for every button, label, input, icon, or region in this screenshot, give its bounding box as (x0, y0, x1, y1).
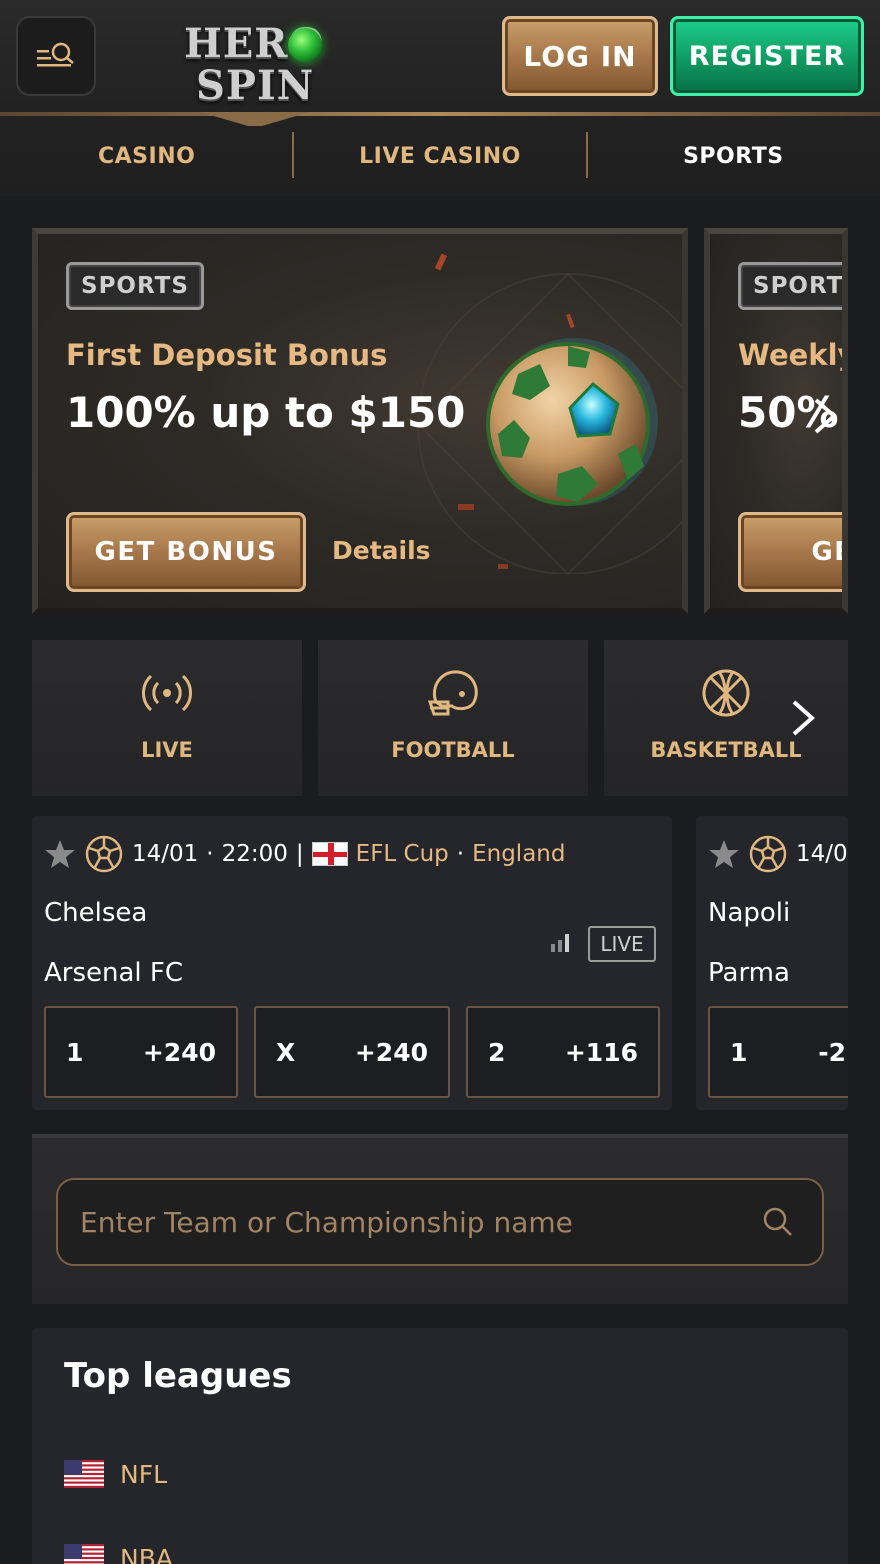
odds-button-draw[interactable]: X +240 (254, 1006, 450, 1098)
sport-tile-football[interactable]: FOOTBALL (318, 640, 588, 796)
football-helmet-icon (427, 670, 478, 716)
nav-separator (292, 132, 294, 178)
match-card[interactable]: 14/01 · 22:00 | EFL Cup · England Chelse… (32, 816, 672, 1110)
sport-tile-live[interactable]: LIVE (32, 640, 302, 796)
basketball-icon (702, 669, 750, 717)
match-date: 14/0 (796, 841, 848, 867)
promo-subtitle: Weekly (738, 338, 848, 372)
search-section (32, 1134, 848, 1304)
promo-banner-weekly[interactable]: SPORTS Weekly 50% GET B (704, 228, 848, 614)
usa-flag-icon (64, 1544, 104, 1564)
menu-search-icon (37, 42, 74, 67)
match-date: 14/01 (132, 841, 199, 867)
login-button[interactable]: LOG IN (502, 16, 658, 96)
site-header: HERO SPIN LOG IN REGISTER CASINO LIVE CA… (0, 0, 880, 196)
odds-value: +240 (354, 1037, 428, 1067)
logo-gem-icon (288, 28, 322, 62)
match-meta: 14/01 · 22:00 | EFL Cup · England (44, 834, 565, 874)
promo-category-tag: SPORTS (66, 262, 204, 310)
odds-value: -2 (818, 1037, 846, 1067)
match-card[interactable]: 14/0 Napoli Parma 1 -2 (696, 816, 848, 1110)
odds-label: 1 (730, 1037, 748, 1067)
live-broadcast-icon (141, 674, 193, 712)
match-country[interactable]: England (472, 841, 565, 867)
get-bonus-button[interactable]: GET BONUS (66, 512, 306, 592)
promo-subtitle: First Deposit Bonus (66, 338, 388, 372)
meta-dot-separator: · (456, 841, 465, 867)
sport-tile-label: LIVE (141, 738, 193, 762)
meta-dot-separator: · (206, 841, 214, 867)
carousel-next-arrow-icon[interactable] (790, 698, 816, 738)
search-box (56, 1178, 824, 1266)
promo-details-link[interactable]: Details (332, 536, 431, 565)
soccer-ball-icon (85, 835, 123, 873)
match-competition[interactable]: EFL Cup (356, 841, 449, 867)
logo-text-line2: SPIN (196, 62, 315, 109)
league-item-nfl[interactable]: NFL (64, 1454, 167, 1494)
odds-value: +116 (564, 1037, 638, 1067)
league-name: NBA (120, 1543, 173, 1564)
promo-headline: 100% up to $150 (66, 388, 466, 437)
header-top-bar: HERO SPIN LOG IN REGISTER (0, 0, 880, 114)
search-icon[interactable] (762, 1206, 794, 1238)
league-name: NFL (120, 1459, 168, 1489)
league-item-nba[interactable]: NBA (64, 1538, 173, 1564)
register-button[interactable]: REGISTER (670, 16, 864, 96)
england-flag-icon (311, 842, 348, 866)
home-team-name: Napoli (708, 898, 791, 928)
sport-tile-label: BASKETBALL (650, 738, 802, 762)
favorite-star-icon[interactable] (44, 838, 76, 870)
soccer-ball-gem-icon (486, 338, 658, 506)
top-leagues-section: Top leagues NFL NBA (32, 1328, 848, 1564)
promo-category-tag: SPORTS (738, 262, 842, 310)
promo-banner-first-deposit[interactable]: SPORTS First Deposit Bonus 100% up to $1… (32, 228, 688, 614)
odds-button-home[interactable]: 1 -2 (708, 1006, 848, 1098)
carousel-next-arrow-icon[interactable] (810, 396, 840, 436)
live-badge: LIVE (588, 926, 656, 962)
away-team-name: Parma (708, 958, 790, 988)
nav-casino[interactable]: CASINO (0, 116, 293, 196)
get-bonus-button[interactable]: GET B (738, 512, 842, 592)
soccer-ball-icon (749, 835, 787, 873)
odds-value: +240 (142, 1037, 216, 1067)
top-leagues-title: Top leagues (64, 1356, 292, 1396)
favorite-star-icon[interactable] (708, 838, 740, 870)
sport-tile-basketball[interactable]: BASKETBALL (604, 640, 848, 796)
odds-button-home[interactable]: 1 +240 (44, 1006, 238, 1098)
team-search-input[interactable] (80, 1180, 760, 1264)
odds-label: 1 (66, 1037, 84, 1067)
meta-pipe-separator: | (295, 841, 304, 867)
odds-label: 2 (488, 1037, 506, 1067)
usa-flag-icon (64, 1460, 104, 1488)
away-team-name: Arsenal FC (44, 958, 184, 988)
match-time: 22:00 (221, 841, 288, 867)
menu-search-button[interactable] (16, 16, 96, 96)
odds-button-away[interactable]: 2 +116 (466, 1006, 660, 1098)
hero-spin-logo[interactable]: HERO SPIN (184, 18, 324, 110)
match-meta: 14/0 (708, 834, 848, 874)
nav-live-casino[interactable]: LIVE CASINO (293, 116, 586, 196)
main-nav: CASINO LIVE CASINO SPORTS (0, 116, 880, 196)
nav-sports[interactable]: SPORTS (587, 116, 880, 196)
stats-bars-icon[interactable] (550, 932, 572, 954)
sport-tile-label: FOOTBALL (391, 738, 515, 762)
nav-separator (586, 132, 588, 178)
odds-label: X (276, 1037, 296, 1067)
home-team-name: Chelsea (44, 898, 148, 928)
